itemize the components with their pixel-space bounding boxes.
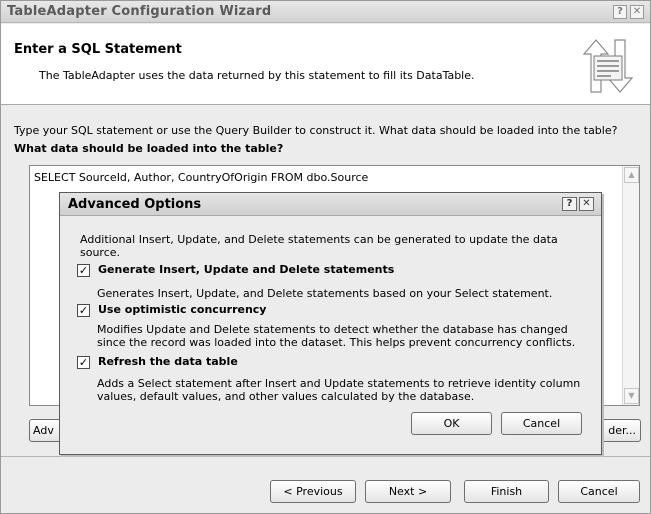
cancel-button[interactable]: Cancel [558, 480, 640, 503]
dialog-titlebar[interactable]: Advanced Options ? ✕ [60, 193, 601, 216]
dialog-help-button[interactable]: ? [562, 197, 577, 211]
dialog-cancel-button[interactable]: Cancel [501, 412, 582, 435]
page-description: The TableAdapter uses the data returned … [39, 69, 475, 82]
refresh-table-label[interactable]: Refresh the data table [98, 355, 238, 368]
wizard-header: Enter a SQL Statement The TableAdapter u… [1, 24, 650, 105]
sql-statement-text: SELECT SourceId, Author, CountryOfOrigin… [34, 171, 369, 184]
scroll-up-arrow-icon[interactable]: ▲ [624, 167, 639, 183]
dialog-intro-text: Additional Insert, Update, and Delete st… [80, 233, 558, 259]
generate-statements-checkbox[interactable]: ✓ [77, 264, 90, 277]
page-title: Enter a SQL Statement [14, 42, 182, 57]
finish-button[interactable]: Finish [464, 480, 549, 503]
footer-divider [1, 456, 650, 457]
generate-statements-description: Generates Insert, Update, and Delete sta… [97, 287, 553, 300]
optimistic-concurrency-checkbox[interactable]: ✓ [77, 304, 90, 317]
optimistic-concurrency-label[interactable]: Use optimistic concurrency [98, 303, 266, 316]
window-titlebar[interactable]: TableAdapter Configuration Wizard ? ✕ [1, 1, 650, 23]
vertical-scrollbar[interactable]: ▲ ▼ [622, 166, 639, 405]
advanced-options-dialog: Advanced Options ? ✕ Additional Insert, … [59, 192, 602, 455]
sql-prompt-text: Type your SQL statement or use the Query… [14, 124, 618, 137]
database-sync-icon [582, 39, 634, 93]
scroll-down-arrow-icon[interactable]: ▼ [624, 388, 639, 404]
window-title: TableAdapter Configuration Wizard [7, 4, 272, 19]
close-button[interactable]: ✕ [630, 5, 644, 19]
dialog-ok-button[interactable]: OK [411, 412, 492, 435]
refresh-table-description: Adds a Select statement after Insert and… [97, 377, 581, 403]
previous-button[interactable]: < Previous [270, 480, 356, 503]
optimistic-concurrency-description: Modifies Update and Delete statements to… [97, 323, 576, 349]
help-button[interactable]: ? [613, 5, 627, 19]
dialog-title: Advanced Options [68, 197, 202, 212]
refresh-table-checkbox[interactable]: ✓ [77, 356, 90, 369]
sql-question-label: What data should be loaded into the tabl… [14, 142, 284, 155]
generate-statements-label[interactable]: Generate Insert, Update and Delete state… [98, 263, 394, 276]
next-button[interactable]: Next > [365, 480, 451, 503]
dialog-close-button[interactable]: ✕ [579, 197, 594, 211]
